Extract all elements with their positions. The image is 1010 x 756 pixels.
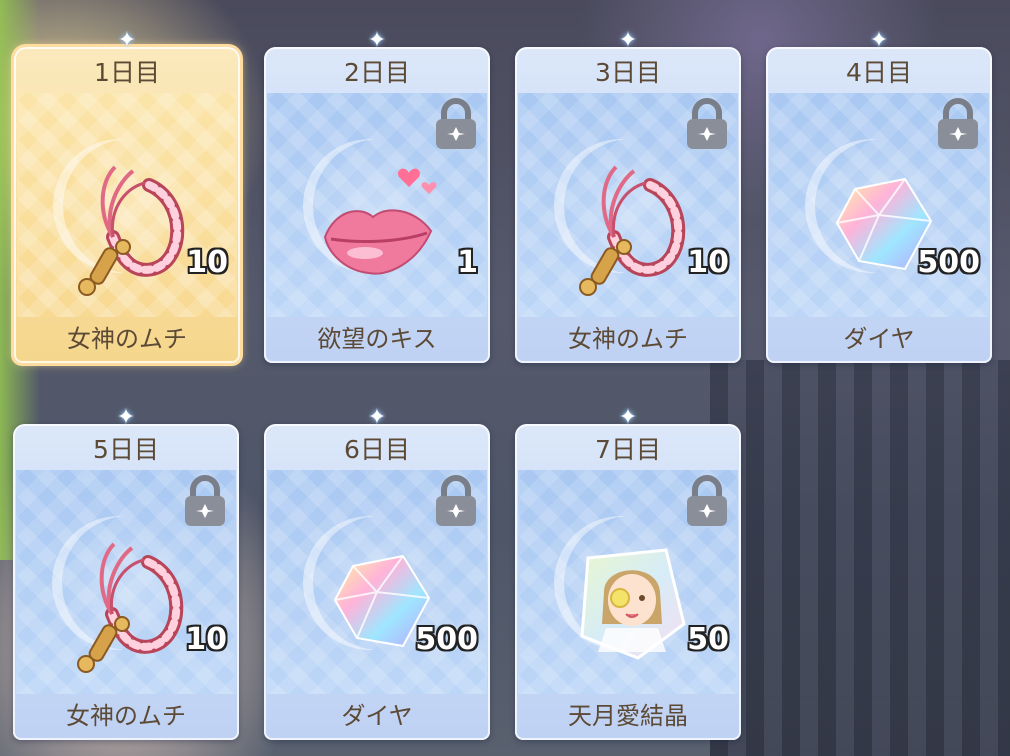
item-quantity: 10 [186, 245, 228, 280]
item-name: 天月愛結晶 [568, 702, 688, 730]
item-name: 女神のムチ [66, 702, 186, 730]
sparkle-icon: ✦ [367, 28, 387, 53]
whip-icon [78, 165, 185, 296]
reward-card-day-5[interactable]: ✦ 5日目 10 女神のムチ [13, 407, 239, 740]
card-day-label: 5日目 [93, 435, 159, 464]
card-day-label: 2日目 [344, 58, 410, 87]
lock-icon [436, 98, 476, 149]
card-day-label: 4日目 [846, 58, 912, 87]
item-name: 女神のムチ [568, 325, 688, 353]
reward-card-day-4[interactable]: ✦ 4日目 500 ダイヤ [766, 30, 992, 363]
reward-card-day-7[interactable]: ✦ 7日目 50 天月愛結晶 [515, 407, 741, 740]
lock-icon [938, 98, 978, 149]
sparkle-icon: ✦ [869, 28, 889, 53]
item-quantity: 50 [687, 622, 729, 657]
item-quantity: 10 [687, 245, 729, 280]
lock-icon [687, 475, 727, 526]
sparkle-icon: ✦ [367, 405, 387, 430]
card-day-label: 6日目 [344, 435, 410, 464]
card-day-label: 1日目 [94, 58, 160, 87]
lock-icon [436, 475, 476, 526]
sparkle-icon: ✦ [116, 405, 136, 430]
item-name: ダイヤ [843, 325, 915, 353]
reward-card-day-1[interactable]: ✦ 1日目 10 女神のムチ [14, 30, 240, 363]
item-quantity: 10 [185, 622, 227, 657]
sparkle-icon: ✦ [117, 28, 137, 53]
background-cityscape [710, 360, 1010, 756]
lock-icon [185, 475, 225, 526]
item-panel [17, 93, 237, 317]
card-day-label: 3日目 [595, 58, 661, 87]
sparkle-icon: ✦ [618, 405, 638, 430]
kiss-lips-icon [323, 168, 437, 275]
item-name: 欲望のキス [317, 325, 437, 353]
item-name: 女神のムチ [67, 325, 187, 353]
card-day-label: 7日目 [595, 435, 661, 464]
item-quantity: 500 [415, 622, 478, 657]
whip-icon [579, 165, 686, 296]
reward-card-day-6[interactable]: ✦ 6日目 500 ダイヤ [264, 407, 490, 740]
lock-icon [687, 98, 727, 149]
character-crystal-icon [580, 548, 686, 660]
sparkle-icon: ✦ [618, 28, 638, 53]
whip-icon [77, 542, 184, 673]
item-name: ダイヤ [341, 702, 413, 730]
item-quantity: 1 [457, 245, 478, 280]
reward-card-day-3[interactable]: ✦ 3日目 10 女神のムチ [515, 30, 741, 363]
reward-card-day-2[interactable]: ✦ 2日目 1 欲望のキス [264, 30, 490, 363]
item-quantity: 500 [917, 245, 980, 280]
